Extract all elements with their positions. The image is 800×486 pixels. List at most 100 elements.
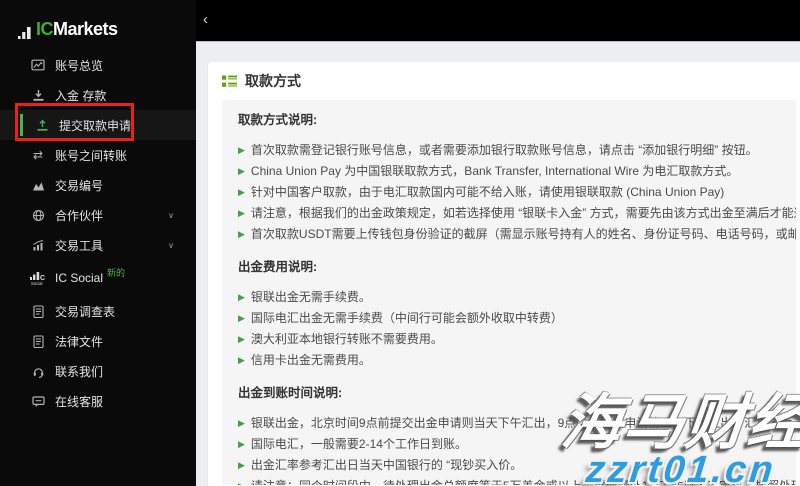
bullet-text: 澳大利亚本地银行转账不需要费用。 [250, 332, 443, 346]
sidebar-item-label: 入金 存款 [55, 88, 107, 103]
sidebar-item-trading-tools[interactable]: 交易工具 ∨ [0, 230, 196, 260]
sidebar-item-label: IC Social [55, 271, 104, 285]
bullet-arrow-icon: ▶ [238, 334, 245, 344]
sidebar-item-withdrawal[interactable]: 提交取款申请 [0, 110, 196, 140]
bullet-arrow-icon: ▶ [238, 481, 245, 485]
bullet-arrow-icon: ▶ [238, 187, 245, 197]
sidebar-item-label: 交易编号 [55, 178, 104, 193]
sidebar-item-label: 交易调查表 [55, 304, 116, 319]
account-overview-icon [30, 58, 46, 72]
logo-text-ic: IC [36, 19, 54, 39]
bullet-text: 银联出金，北京时间9点前提交出金申请则当天下午汇出，9点之后提交申请第二天下午汇… [250, 416, 796, 430]
bullet-item: ▶ 澳大利亚本地银行转账不需要费用。 [238, 329, 780, 350]
bullet-item: ▶ 国际电汇，一般需要2-14个工作日到账。 [238, 434, 780, 455]
bullet-item: ▶ 出金汇率参考汇出日当天中国银行的 “现钞买入价。 [238, 455, 780, 476]
sidebar-item-deposit[interactable]: 入金 存款 [0, 80, 196, 110]
trading-tools-icon [30, 239, 46, 252]
bullet-item: ▶ 银联出金，北京时间9点前提交出金申请则当天下午汇出，9点之后提交申请第二天下午… [238, 413, 796, 434]
transfer-icon: ⇄ [32, 148, 44, 162]
bullet-arrow-icon: ▶ [238, 208, 245, 218]
section-heading: 出金费用说明: [238, 260, 318, 274]
sidebar-item-label: 在线客服 [55, 394, 104, 409]
logo-text-markets: Markets [53, 19, 118, 39]
deposit-icon [30, 89, 46, 102]
bullet-item: ▶ 针对中国客户取款，由于电汇取款国内可能不给入账，请使用银联取款 (China … [238, 182, 780, 203]
sidebar-item-contact-us[interactable]: 联系我们 [0, 356, 196, 386]
sidebar-item-label: 联系我们 [55, 364, 104, 379]
bullet-item: ▶ 首次取款USDT需要上传钱包身份验证的截屏（需显示账号持有人的姓名、身份证号码… [238, 224, 796, 245]
bullet-item: ▶ 请注意：同个时间段内，待处理出金总额度等于5万美金或以上，需要额外1-3工作日… [238, 476, 796, 485]
sidebar-item-label: 合作伙伴 [55, 208, 104, 223]
bullet-arrow-icon: ▶ [238, 145, 245, 155]
sidebar-item-label: 账号之间转账 [55, 148, 128, 163]
new-badge: 新的 [107, 267, 126, 278]
bullet-arrow-icon: ▶ [238, 418, 245, 428]
top-bar: ‹ [196, 0, 800, 42]
bullet-arrow-icon: ▶ [238, 460, 245, 470]
sidebar-item-label: 账号总览 [55, 58, 104, 73]
bullet-text: 请注意，根据我们的出金政策规定，如若选择使用 “银联卡入金” 方式，需要先由该方… [250, 206, 796, 220]
sidebar-menu: 账号总览 入金 存款 提交取款申请 ⇄ 账号之间转账 交易编号 合作伙伴 ∨ 交… [0, 50, 196, 416]
chevron-down-icon[interactable]: ∨ [168, 211, 174, 220]
bullet-item: ▶ 信用卡出金无需费用。 [238, 350, 780, 371]
withdrawal-page: IC Markets 账号总览 入金 存款 提交取款申请 ⇄ 账号之间转账 交易… [0, 0, 800, 486]
bullet-item: ▶ 首次取款需登记银行账号信息，或者需要添加银行取款账号信息，请点击 “添加银行明… [238, 140, 780, 161]
sidebar-item-account-overview[interactable]: 账号总览 [0, 50, 196, 80]
bullet-text: 信用卡出金无需费用。 [250, 353, 371, 367]
sidebar-item-trading-accounts[interactable]: 交易编号 [0, 170, 196, 200]
sidebar-item-label: 法律文件 [55, 334, 104, 349]
document-icon [30, 334, 46, 348]
bullet-item: ▶ 请注意，根据我们的出金政策规定，如若选择使用 “银联卡入金” 方式，需要先由该… [238, 203, 796, 224]
bullet-text: 首次取款需登记银行账号信息，或者需要添加银行取款账号信息，请点击 “添加银行明细… [250, 143, 758, 157]
withdrawal-icon [34, 119, 50, 132]
section-withdrawal-fees: 出金费用说明: ▶ 银联出金无需手续费。 ▶ 国际电汇出金无需手续费（中间行可能会额… [238, 259, 780, 371]
sidebar-item-questionnaire[interactable]: 交易调查表 [0, 296, 196, 326]
withdrawal-methods-card: 取款方式 取款方式说明: ▶ 首次取款需登记银行账号信息，或者需要添加银行取款账号… [208, 62, 800, 486]
sidebar-item-partners[interactable]: 合作伙伴 ∨ [0, 200, 196, 230]
list-icon [222, 75, 237, 87]
sidebar-collapse-icon[interactable]: ‹ [203, 11, 208, 29]
bullet-item: ▶ 银联出金无需手续费。 [238, 287, 780, 308]
bullet-text: 国际电汇出金无需手续费（中间行可能会额外收取中转费） [250, 311, 563, 325]
section-heading: 取款方式说明: [238, 113, 318, 127]
bullet-arrow-icon: ▶ [238, 355, 245, 365]
bullet-text: 出金汇率参考汇出日当天中国银行的 “现钞买入价。 [250, 458, 523, 472]
bullet-text: 首次取款USDT需要上传钱包身份验证的截屏（需显示账号持有人的姓名、身份证号码、… [250, 227, 796, 241]
svg-text:Social: Social [31, 281, 42, 286]
chat-bubble-icon [30, 395, 46, 408]
bullet-item: ▶ 国际电汇出金无需手续费（中间行可能会额外收取中转费） [238, 308, 780, 329]
bullet-arrow-icon: ▶ [238, 292, 245, 302]
bullet-text: China Union Pay 为中国银联取款方式，Bank Transfer,… [250, 164, 739, 178]
main-content: 取款方式 取款方式说明: ▶ 首次取款需登记银行账号信息，或者需要添加银行取款账号… [196, 43, 800, 486]
sidebar: IC Markets 账号总览 入金 存款 提交取款申请 ⇄ 账号之间转账 交易… [0, 0, 196, 486]
trading-chart-icon [30, 179, 46, 192]
bullet-text: 国际电汇，一般需要2-14个工作日到账。 [250, 437, 467, 451]
sidebar-item-label: 交易工具 [55, 238, 104, 253]
headset-icon [30, 365, 46, 378]
bullet-text: 银联出金无需手续费。 [250, 290, 371, 304]
sidebar-item-legal-documents[interactable]: 法律文件 [0, 326, 196, 356]
info-panel: 取款方式说明: ▶ 首次取款需登记银行账号信息，或者需要添加银行取款账号信息，请点… [222, 100, 796, 485]
ic-markets-logo[interactable]: IC Markets [0, 0, 196, 40]
chevron-down-icon[interactable]: ∨ [168, 241, 174, 250]
bullet-text: 针对中国客户取款，由于电汇取款国内可能不给入账，请使用银联取款 (China U… [250, 185, 725, 199]
bullet-arrow-icon: ▶ [238, 229, 245, 239]
section-heading: 出金到账时间说明: [238, 386, 343, 400]
section-withdrawal-methods: 取款方式说明: ▶ 首次取款需登记银行账号信息，或者需要添加银行取款账号信息，请点… [238, 112, 796, 245]
partners-globe-icon [30, 209, 46, 222]
bullet-item: ▶ China Union Pay 为中国银联取款方式，Bank Transfer… [238, 161, 780, 182]
bullet-arrow-icon: ▶ [238, 439, 245, 449]
sidebar-item-label: 提交取款申请 [59, 118, 132, 133]
bullet-text: 请注意：同个时间段内，待处理出金总额度等于5万美金或以上，需要额外1-3工作日人… [251, 479, 796, 485]
sidebar-item-ic-social[interactable]: C Social IC Social 新的 [0, 260, 196, 296]
bullet-arrow-icon: ▶ [238, 313, 245, 323]
page-title: 取款方式 [245, 73, 301, 89]
sidebar-item-live-chat[interactable]: 在线客服 [0, 386, 196, 416]
logo-bars-icon [18, 27, 31, 39]
card-title-row: 取款方式 [222, 73, 796, 89]
document-icon [30, 304, 46, 318]
ic-social-icon: C Social [30, 271, 46, 286]
section-arrival-time: 出金到账时间说明: ▶ 银联出金，北京时间9点前提交出金申请则当天下午汇出，9点之… [238, 385, 796, 485]
sidebar-item-transfer[interactable]: ⇄ 账号之间转账 [0, 140, 196, 170]
bullet-arrow-icon: ▶ [238, 166, 245, 176]
